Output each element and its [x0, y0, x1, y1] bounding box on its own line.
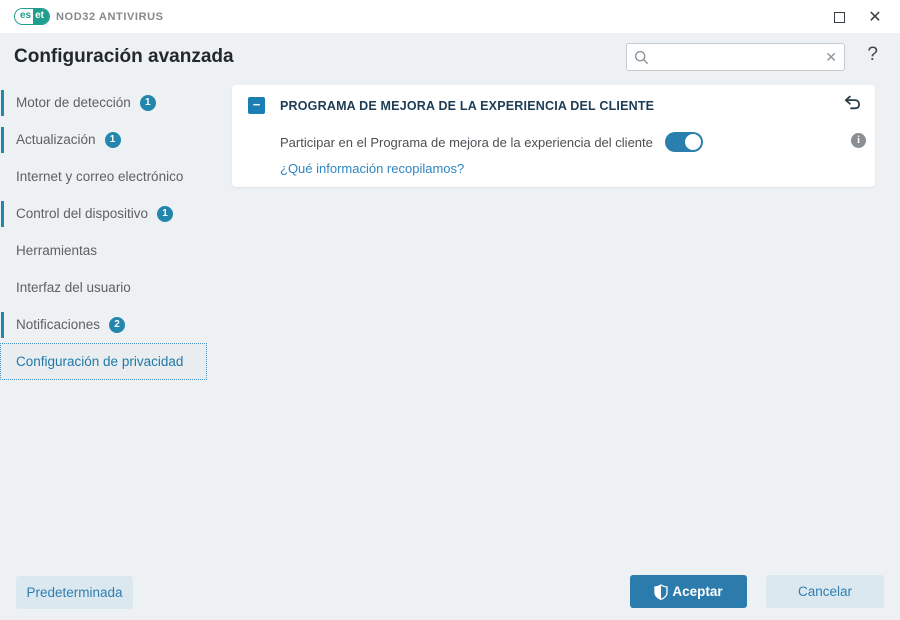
privacy-settings-panel: − PROGRAMA DE MEJORA DE LA EXPERIENCIA D… [232, 85, 875, 187]
sidebar: Motor de detección 1 Actualización 1 Interne… [0, 84, 225, 380]
what-info-link[interactable]: ¿Qué información recopilamos? [280, 161, 464, 176]
uac-shield-icon [654, 583, 669, 600]
close-button[interactable]: ✕ [864, 7, 886, 27]
title-bar: es et NOD32 ANTIVIRUS ✕ [0, 0, 900, 33]
revert-to-default-icon[interactable] [842, 95, 861, 116]
sidebar-item-label: Interfaz del usuario [16, 280, 131, 295]
sidebar-item[interactable]: Herramientas [0, 232, 207, 269]
info-icon[interactable]: i [851, 133, 866, 148]
sidebar-item-label: Motor de detección [16, 95, 131, 110]
search-clear-icon[interactable]: ✕ [825, 50, 837, 64]
section-header: − PROGRAMA DE MEJORA DE LA EXPERIENCIA D… [248, 97, 825, 114]
page-title: Configuración avanzada [14, 46, 234, 67]
search-icon [634, 50, 649, 64]
search-input[interactable] [649, 49, 826, 65]
sidebar-item-label: Internet y correo electrónico [16, 169, 184, 184]
eset-logo-left: es [15, 9, 34, 24]
accept-button[interactable]: Aceptar [630, 575, 747, 608]
section-title: PROGRAMA DE MEJORA DE LA EXPERIENCIA DEL… [280, 98, 655, 113]
sidebar-item-label: Configuración de privacidad [16, 354, 184, 369]
sidebar-item[interactable]: Internet y correo electrónico [0, 158, 207, 195]
modified-indicator-bar [1, 127, 4, 153]
default-button[interactable]: Predeterminada [16, 576, 133, 609]
count-badge: 1 [104, 131, 121, 148]
maximize-icon [833, 11, 845, 23]
sidebar-item[interactable]: Interfaz del usuario [0, 269, 207, 306]
collapse-section-button[interactable]: − [248, 97, 265, 114]
eset-logo: es et [14, 8, 51, 25]
sidebar-item-label: Control del dispositivo [16, 206, 149, 221]
count-badge: 2 [109, 316, 126, 333]
maximize-button[interactable] [828, 7, 850, 27]
help-icon[interactable]: ? [867, 44, 878, 66]
cancel-button[interactable]: Cancelar [766, 575, 884, 608]
sidebar-item-label: Notificaciones [16, 317, 101, 332]
accept-label: Aceptar [672, 584, 723, 599]
sidebar-item[interactable]: Notificaciones 2 [0, 306, 207, 343]
modified-indicator-bar [1, 90, 4, 116]
sidebar-item-label: Herramientas [16, 243, 98, 258]
sidebar-item[interactable]: Actualización 1 [0, 121, 207, 158]
toggle-knob [684, 134, 701, 150]
modified-indicator-bar [1, 312, 4, 338]
sidebar-item[interactable]: Configuración de privacidad [0, 343, 207, 380]
participate-label: Participar en el Programa de mejora de l… [280, 134, 653, 150]
sidebar-item-label: Actualización [16, 132, 96, 147]
search-box[interactable]: ✕ [626, 43, 845, 71]
modified-indicator-bar [1, 201, 4, 227]
count-badge: 1 [157, 205, 174, 222]
window-title: NOD32 ANTIVIRUS [56, 11, 164, 23]
sidebar-item[interactable]: Control del dispositivo 1 [0, 195, 207, 232]
eset-logo-right: et [33, 9, 50, 24]
participate-toggle[interactable] [664, 132, 703, 152]
participate-row: Participar en el Programa de mejora de l… [280, 130, 861, 154]
count-badge: 1 [139, 94, 156, 111]
sidebar-item[interactable]: Motor de detección 1 [0, 84, 207, 121]
